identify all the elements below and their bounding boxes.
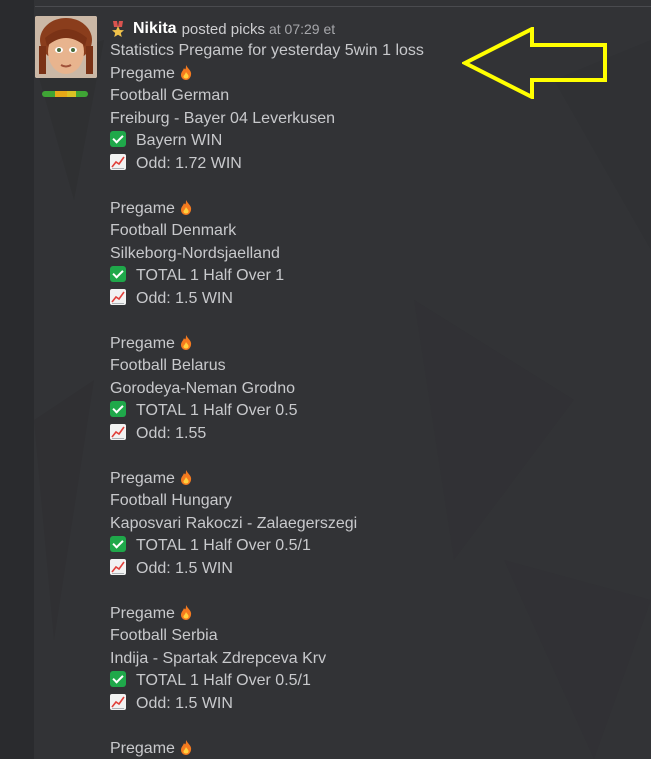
pick-label: Pregame	[110, 199, 175, 217]
check-mark-icon	[110, 131, 126, 147]
pick-bet-line: Bayern WIN	[110, 130, 630, 153]
picks-list: Pregame Football German Freiburg - Bayer 0…	[110, 63, 630, 759]
pick-league: Football Denmark	[110, 222, 237, 239]
pick-item: Pregame Football Denmark Silkeborg-Nordsja…	[110, 175, 630, 310]
user-avatar[interactable]	[35, 16, 97, 78]
pick-spacer	[110, 310, 630, 333]
pick-label: Pregame	[110, 739, 175, 757]
user-rating-bar	[42, 91, 88, 97]
pick-item: Pregame Football Serbia Indija - Spartak Z…	[110, 580, 630, 715]
pick-bet: Bayern WIN	[136, 132, 223, 149]
pick-league: Football Belarus	[110, 357, 226, 374]
chart-increasing-icon	[110, 423, 126, 440]
rating-segment	[67, 91, 76, 97]
pick-odd: Odd: 1.5 WIN	[136, 694, 233, 712]
chart-increasing-icon	[110, 693, 126, 710]
avatar-image	[35, 16, 97, 78]
pick-match: Kaposvari Rakoczi - Zalaegerszegi	[110, 514, 358, 532]
pick-label: Pregame	[110, 604, 175, 622]
pick-spacer	[110, 715, 630, 738]
pick-item: Pregame	[110, 715, 630, 759]
fire-icon	[180, 334, 192, 350]
pick-spacer	[110, 580, 630, 603]
fire-icon	[180, 739, 192, 755]
chart-increasing-icon	[110, 288, 126, 305]
medal-icon	[112, 21, 124, 37]
pick-odd: Odd: 1.5 WIN	[136, 559, 233, 577]
pick-match: Indija - Spartak Zdrepceva Krv	[110, 649, 327, 667]
post-action-text: posted picks	[181, 20, 265, 38]
yellow-arrow-left-icon	[462, 27, 607, 99]
fire-icon	[180, 199, 192, 215]
fire-icon	[180, 604, 192, 620]
post-content: Nikita posted picks at 07:29 et Statisti…	[110, 18, 630, 759]
pick-odd-line: Odd: 1.5 WIN	[110, 693, 630, 716]
pick-bet-line: TOTAL 1 Half Over 0.5/1	[110, 535, 630, 558]
pick-bet: TOTAL 1 Half Over 0.5/1	[136, 537, 311, 554]
pick-label-line: Pregame	[110, 738, 630, 759]
pick-odd: Odd: 1.55	[136, 424, 207, 442]
chat-page: Nikita posted picks at 07:29 et Statisti…	[0, 0, 651, 759]
pick-match: Gorodeya-Neman Grodno	[110, 379, 295, 397]
pick-bet: TOTAL 1 Half Over 0.5/1	[136, 672, 311, 689]
chart-increasing-icon	[110, 153, 126, 170]
post-timestamp: at 07:29 et	[268, 21, 336, 37]
pick-match: Silkeborg-Nordsjaelland	[110, 244, 280, 262]
pick-bet-line: TOTAL 1 Half Over 0.5/1	[110, 670, 630, 693]
pick-odd-line: Odd: 1.5 WIN	[110, 288, 630, 311]
pick-bet: TOTAL 1 Half Over 0.5	[136, 402, 298, 419]
rating-segment	[55, 91, 67, 97]
pick-odd-line: Odd: 1.5 WIN	[110, 558, 630, 581]
pick-odd-line: Odd: 1.72 WIN	[110, 153, 630, 176]
check-mark-icon	[110, 266, 126, 282]
pick-label-line: Pregame	[110, 468, 630, 491]
pick-label: Pregame	[110, 469, 175, 487]
check-mark-icon	[110, 536, 126, 552]
pick-item: Pregame Football Hungary Kaposvari Rakoczi…	[110, 445, 630, 580]
fire-icon	[180, 64, 192, 80]
check-mark-icon	[110, 671, 126, 687]
rating-segment	[42, 91, 55, 97]
pick-label: Pregame	[110, 334, 175, 352]
rating-segment	[76, 91, 88, 97]
pick-match: Freiburg - Bayer 04 Leverkusen	[110, 109, 335, 127]
pick-label-line: Pregame	[110, 198, 630, 221]
pick-odd: Odd: 1.5 WIN	[136, 289, 233, 307]
pick-odd-line: Odd: 1.55	[110, 423, 630, 446]
left-gutter	[0, 0, 34, 759]
pick-label: Pregame	[110, 64, 175, 82]
pick-bet-line: TOTAL 1 Half Over 0.5	[110, 400, 630, 423]
pick-item: Pregame Football Belarus Gorodeya-Neman Gr…	[110, 310, 630, 445]
pick-league: Football Hungary	[110, 492, 232, 509]
pick-spacer	[110, 175, 630, 198]
pick-label-line: Pregame	[110, 603, 630, 626]
pick-bet: TOTAL 1 Half Over 1	[136, 267, 285, 284]
fire-icon	[180, 469, 192, 485]
check-mark-icon	[110, 401, 126, 417]
username-link[interactable]: Nikita	[133, 20, 177, 38]
pick-league: Football Serbia	[110, 627, 218, 644]
chart-increasing-icon	[110, 558, 126, 575]
pick-spacer	[110, 445, 630, 468]
pick-odd: Odd: 1.72 WIN	[136, 154, 242, 172]
divider	[35, 6, 651, 7]
pick-bet-line: TOTAL 1 Half Over 1	[110, 265, 630, 288]
pick-label-line: Pregame	[110, 333, 630, 356]
